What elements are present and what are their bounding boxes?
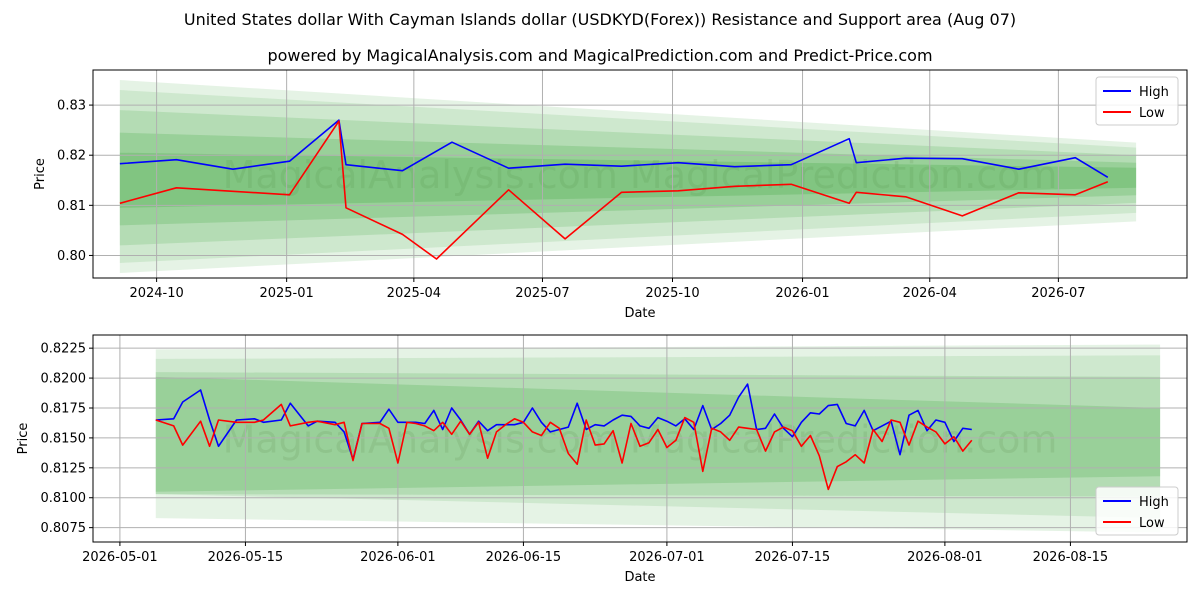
x-tick-label: 2026-06-01 — [360, 550, 436, 565]
x-tick-label: 2024-10 — [129, 286, 183, 301]
x-tick-label: 2026-08-15 — [1033, 550, 1109, 565]
legend-label: High — [1139, 85, 1169, 100]
x-tick-label: 2026-04 — [903, 286, 957, 301]
y-axis-label: Price — [33, 158, 48, 190]
x-tick-label: 2025-04 — [387, 286, 441, 301]
y-axis-label: Price — [16, 423, 31, 455]
y-tick-label: 0.81 — [57, 199, 86, 214]
x-tick-label: 2026-06-15 — [486, 550, 562, 565]
y-tick-label: 0.8200 — [41, 372, 87, 387]
x-tick-label: 2026-07-15 — [755, 550, 831, 565]
y-tick-label: 0.82 — [57, 149, 86, 164]
legend-label: Low — [1139, 106, 1165, 121]
x-tick-label: 2026-01 — [775, 286, 829, 301]
x-tick-label: 2026-07 — [1031, 286, 1085, 301]
x-tick-label: 2026-08-01 — [907, 550, 983, 565]
y-tick-label: 0.8075 — [41, 521, 87, 536]
y-tick-label: 0.83 — [57, 99, 86, 114]
y-tick-label: 0.8100 — [41, 491, 87, 506]
x-axis-label: Date — [624, 570, 655, 585]
x-axis-label: Date — [624, 306, 655, 321]
y-tick-label: 0.80 — [57, 249, 86, 264]
legend-label: High — [1139, 495, 1169, 510]
x-tick-label: 2026-07-01 — [629, 550, 705, 565]
x-tick-label: 2025-07 — [515, 286, 569, 301]
y-tick-label: 0.8225 — [41, 342, 87, 357]
y-tick-label: 0.8175 — [41, 401, 87, 416]
x-tick-label: 2026-05-15 — [208, 550, 284, 565]
x-tick-label: 2026-05-01 — [82, 550, 158, 565]
y-tick-label: 0.8150 — [41, 431, 87, 446]
chart-canvas: MagicalAnalysis.com MagicalPrediction.co… — [16, 69, 1188, 585]
x-tick-label: 2025-10 — [645, 286, 699, 301]
x-tick-label: 2025-01 — [259, 286, 313, 301]
y-tick-label: 0.8125 — [41, 461, 87, 476]
legend-label: Low — [1139, 516, 1165, 531]
